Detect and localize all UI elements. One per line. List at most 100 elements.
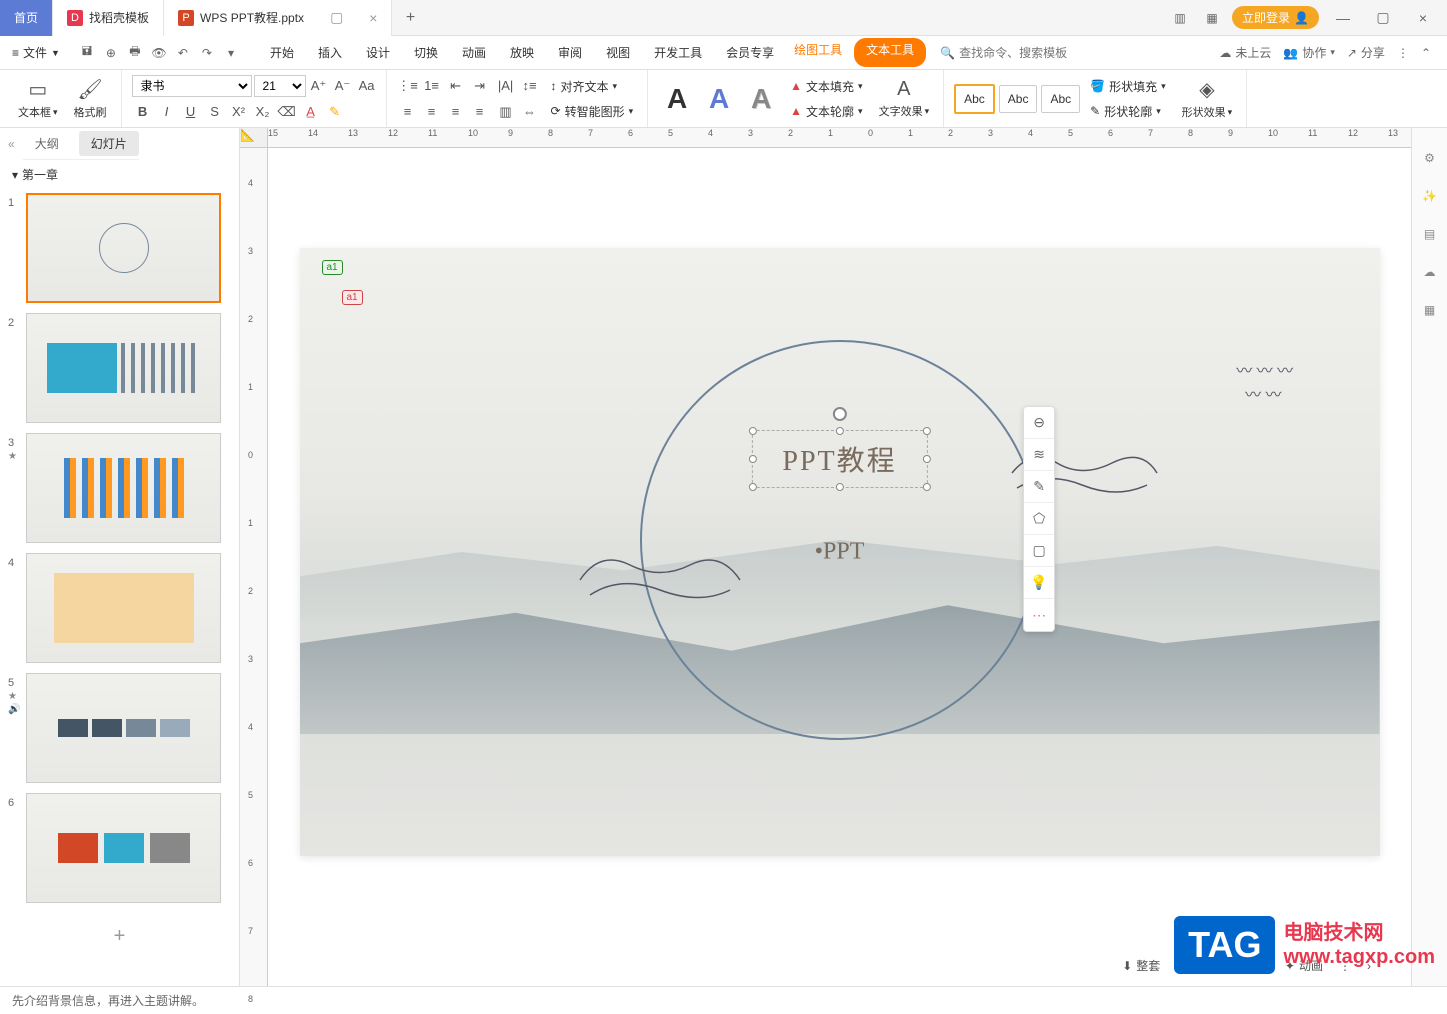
bullet-list-icon[interactable]: ⋮≡ xyxy=(397,75,419,97)
shape-style-2[interactable]: Abc xyxy=(999,85,1038,113)
textbox-button[interactable]: ▭ 文本框▾ xyxy=(12,74,64,124)
resize-handle[interactable] xyxy=(923,455,931,463)
menu-tab-dev[interactable]: 开发工具 xyxy=(642,38,714,67)
shape-style-1[interactable]: Abc xyxy=(954,84,995,114)
cloud-status[interactable]: ☁ 未上云 xyxy=(1219,44,1271,61)
collab-button[interactable]: 👥 协作 ▾ xyxy=(1283,44,1335,61)
save-icon[interactable]: 🖬 xyxy=(76,42,98,64)
share-button[interactable]: ↗ 分享 xyxy=(1347,44,1385,61)
align-text-button[interactable]: ↕ 对齐文本▾ xyxy=(545,76,640,97)
shape-outline-button[interactable]: ✎ 形状轮廓▾ xyxy=(1084,101,1172,122)
align-center-icon[interactable]: ≡ xyxy=(421,101,443,123)
slide-thumb-1[interactable] xyxy=(26,193,221,303)
title-textbox-selected[interactable]: PPT教程 xyxy=(751,430,927,488)
canvas-scroll[interactable]: a1 a1 〰 〰 〰 〰 〰 PPT xyxy=(268,148,1411,986)
tab-popout-icon[interactable]: ▢ xyxy=(330,9,343,26)
preview-icon[interactable]: 👁 xyxy=(148,42,170,64)
font-color-icon[interactable]: A̲ xyxy=(300,101,322,123)
rail-cloud-icon[interactable]: ☁ xyxy=(1420,262,1440,282)
smart-graphic-button[interactable]: ⟳ 转智能图形▾ xyxy=(545,101,640,122)
tab-close-icon[interactable]: × xyxy=(369,10,377,26)
change-case-icon[interactable]: Aa xyxy=(356,75,378,97)
more-icon[interactable]: ⋯ xyxy=(1024,599,1054,631)
shape-effect-button[interactable]: ◈ 形状效果▾ xyxy=(1176,74,1239,124)
menu-file[interactable]: ≡ 文件 ▼ xyxy=(4,40,68,65)
spacing-icon[interactable]: ⇔ xyxy=(519,101,541,123)
search-box[interactable]: 🔍 xyxy=(940,46,1089,60)
menu-tab-vip[interactable]: 会员专享 xyxy=(714,38,786,67)
menu-tab-design[interactable]: 设计 xyxy=(354,38,402,67)
slide-thumb-4[interactable] xyxy=(26,553,221,663)
bold-icon[interactable]: B xyxy=(132,101,154,123)
clear-format-icon[interactable]: ⌫ xyxy=(276,101,298,123)
resize-handle[interactable] xyxy=(748,427,756,435)
more-menu[interactable]: ⋮ xyxy=(1397,46,1409,60)
layout-icon[interactable]: ▥ xyxy=(1168,6,1192,30)
resize-handle[interactable] xyxy=(748,455,756,463)
text-direction-icon[interactable]: |A| xyxy=(495,75,517,97)
number-list-icon[interactable]: 1≡ xyxy=(421,75,443,97)
slide-title-text[interactable]: PPT教程 xyxy=(782,439,896,479)
align-left-icon[interactable]: ≡ xyxy=(397,101,419,123)
apps-icon[interactable]: ▦ xyxy=(1200,6,1224,30)
align-justify-icon[interactable]: ≡ xyxy=(469,101,491,123)
resize-handle[interactable] xyxy=(836,483,844,491)
menu-tab-insert[interactable]: 插入 xyxy=(306,38,354,67)
indent-increase-icon[interactable]: ⇥ xyxy=(469,75,491,97)
line-spacing-icon[interactable]: ↕≡ xyxy=(519,75,541,97)
add-slide-button[interactable]: + xyxy=(8,913,231,960)
shape-style-3[interactable]: Abc xyxy=(1041,85,1080,113)
align-right-icon[interactable]: ≡ xyxy=(445,101,467,123)
shape-icon[interactable]: ⬠ xyxy=(1024,503,1054,535)
menu-tab-animation[interactable]: 动画 xyxy=(450,38,498,67)
slide-thumb-2[interactable] xyxy=(26,313,221,423)
text-outline-button[interactable]: ▲ 文本轮廓▾ xyxy=(784,101,868,122)
rail-settings-icon[interactable]: ⚙ xyxy=(1420,148,1440,168)
panel-collapse-icon[interactable]: « xyxy=(0,133,23,155)
superscript-icon[interactable]: X² xyxy=(228,101,250,123)
rail-apps-icon[interactable]: ▦ xyxy=(1420,300,1440,320)
slides-tab[interactable]: 幻灯片 xyxy=(79,131,139,156)
slide-thumb-3[interactable] xyxy=(26,433,221,543)
dropdown-icon[interactable]: ▾ xyxy=(220,42,242,64)
undo-icon[interactable]: ↶ xyxy=(172,42,194,64)
highlight-icon[interactable]: ✎ xyxy=(324,101,346,123)
menu-tab-start[interactable]: 开始 xyxy=(258,38,306,67)
slide-thumb-5[interactable] xyxy=(26,673,221,783)
lightbulb-icon[interactable]: 💡 xyxy=(1024,567,1054,599)
indent-decrease-icon[interactable]: ⇤ xyxy=(445,75,467,97)
menu-tab-transition[interactable]: 切换 xyxy=(402,38,450,67)
format-painter-button[interactable]: 🖌 格式刷 xyxy=(68,74,113,124)
text-style-3[interactable]: A xyxy=(742,80,780,118)
rotate-handle[interactable] xyxy=(833,407,847,421)
font-grow-icon[interactable]: A⁺ xyxy=(308,75,330,97)
font-size-select[interactable]: 21 xyxy=(254,75,306,97)
zoom-out-icon[interactable]: ⊖ xyxy=(1024,407,1054,439)
slide-canvas[interactable]: a1 a1 〰 〰 〰 〰 〰 PPT xyxy=(300,248,1380,856)
resize-handle[interactable] xyxy=(748,483,756,491)
outline-tab[interactable]: 大纲 xyxy=(23,131,71,156)
ruler-vertical[interactable]: 4321012345678 xyxy=(240,148,268,986)
drawing-tools-label[interactable]: 绘图工具 xyxy=(786,38,850,67)
text-fill-button[interactable]: ▲ 文本填充▾ xyxy=(784,76,868,97)
tab-add-button[interactable]: + xyxy=(392,9,428,27)
redo-icon[interactable]: ↷ xyxy=(196,42,218,64)
rail-panel-icon[interactable]: ▤ xyxy=(1420,224,1440,244)
search-input[interactable] xyxy=(959,46,1089,60)
collapse-ribbon[interactable]: ⌃ xyxy=(1421,46,1431,60)
action-set[interactable]: ⬇整套 xyxy=(1122,957,1160,974)
tab-docker-templates[interactable]: D 找稻壳模板 xyxy=(53,0,164,36)
window-minimize[interactable]: — xyxy=(1327,10,1359,26)
text-tools-pill[interactable]: 文本工具 xyxy=(854,38,926,67)
section-header[interactable]: ▾ 第一章 xyxy=(0,160,239,189)
tab-document[interactable]: P WPS PPT教程.pptx ▢ × xyxy=(164,0,392,36)
text-style-1[interactable]: A xyxy=(658,80,696,118)
subscript-icon[interactable]: X₂ xyxy=(252,101,274,123)
layers-icon[interactable]: ≋ xyxy=(1024,439,1054,471)
text-style-2[interactable]: A xyxy=(700,80,738,118)
menu-tab-view[interactable]: 视图 xyxy=(594,38,642,67)
rail-ai-icon[interactable]: ✨ xyxy=(1420,186,1440,206)
tab-home[interactable]: 首页 xyxy=(0,0,53,36)
window-maximize[interactable]: ▢ xyxy=(1367,9,1399,26)
ruler-horizontal[interactable]: 1514131211109876543210123456789101112131… xyxy=(268,128,1411,148)
